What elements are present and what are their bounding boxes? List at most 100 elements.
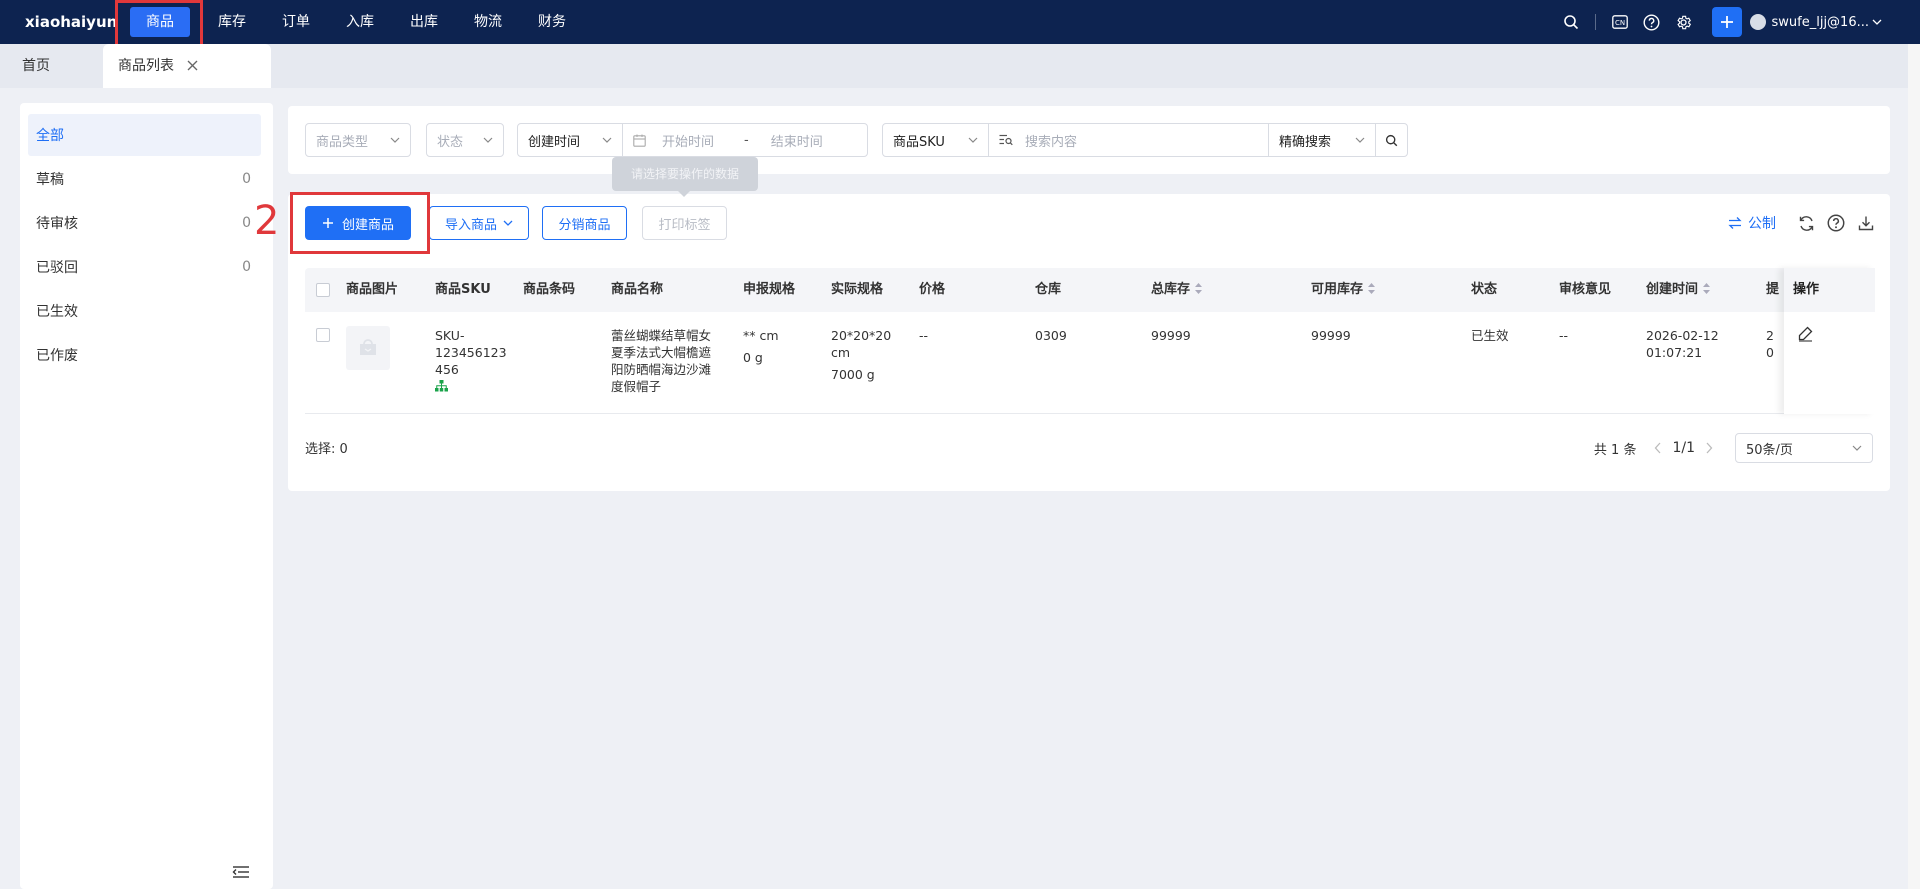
divider [1594, 14, 1596, 30]
chevron-down-icon [1852, 445, 1862, 451]
chevron-down-icon [1355, 137, 1365, 143]
search-icon[interactable] [1556, 7, 1586, 37]
chevron-down-icon [503, 220, 513, 226]
sort-icon [1195, 282, 1203, 294]
col-total-stock[interactable]: 总库存 [1151, 268, 1203, 312]
search-icon [1385, 134, 1398, 146]
table-tools: 公制 [1728, 206, 1880, 240]
sidebar-item-active[interactable]: 已生效 [28, 290, 261, 332]
product-type-select[interactable]: 商品类型 [305, 123, 411, 157]
nav-item-inbound[interactable]: 入库 [328, 0, 392, 44]
chevron-down-icon [1872, 19, 1882, 25]
table-header: 商品图片 商品SKU 商品条码 商品名称 申报规格 实际规格 价格 仓库 总库存… [305, 268, 1875, 312]
end-date-input[interactable]: 结束时间 [771, 131, 823, 150]
hierarchy-icon[interactable] [435, 380, 448, 392]
chevron-down-icon [602, 137, 612, 143]
chevron-down-icon [483, 137, 493, 143]
nav-item-orders[interactable]: 订单 [264, 0, 328, 44]
import-products-button[interactable]: 导入商品 [429, 206, 529, 240]
tab-bar: 首页 商品列表 [0, 44, 1908, 88]
search-list-icon [999, 134, 1013, 146]
sidebar-item-pending[interactable]: 待审核 0 [28, 202, 261, 244]
add-button[interactable] [1711, 7, 1742, 37]
tooltip: 请选择要操作的数据 [612, 157, 758, 197]
cell-extra: 2 0 [1766, 328, 1774, 360]
actions-column: 操作 [1784, 268, 1875, 414]
image-placeholder-icon [360, 339, 376, 355]
nav-item-logistics[interactable]: 物流 [456, 0, 520, 44]
cell-product-name[interactable]: 蕾丝蝴蝶结草帽女 夏季法式大帽檐遮 阳防晒帽海边沙滩 度假帽子 [611, 327, 711, 395]
cell-created-time: 2026-02-12 01:07:21 [1646, 328, 1719, 360]
edit-icon[interactable] [1797, 325, 1814, 342]
search-mode-select[interactable]: 精确搜索 [1268, 123, 1376, 157]
chevron-left-icon[interactable] [1654, 442, 1662, 454]
status-select[interactable]: 状态 [426, 123, 504, 157]
chevron-down-icon [968, 137, 978, 143]
user-menu[interactable]: swufe_ljj@16... [1749, 14, 1883, 30]
date-range-picker[interactable]: 开始时间 - 结束时间 [622, 123, 868, 157]
cell-declared-spec: ** cm 0 g [743, 328, 779, 365]
annotation-label-2: 2 [254, 198, 280, 244]
col-status: 状态 [1471, 282, 1498, 297]
product-image[interactable] [346, 326, 390, 370]
col-actions: 操作 [1784, 268, 1875, 312]
cell-available-stock: 99999 [1311, 328, 1351, 343]
help-icon[interactable] [1822, 209, 1850, 237]
distribute-products-button[interactable]: 分销商品 [542, 206, 627, 240]
nav-item-outbound[interactable]: 出库 [392, 0, 456, 44]
annotation-box-2 [290, 192, 430, 254]
cell-total-stock: 99999 [1151, 328, 1191, 343]
brand-logo[interactable]: xiaohaiyun [25, 13, 120, 31]
col-price: 价格 [919, 282, 946, 297]
product-table-panel: 创建商品 导入商品 分销商品 打印标签 公制 商品图片 商品SKU 商品条码 商… [288, 194, 1890, 491]
select-all-checkbox[interactable] [316, 283, 330, 297]
cell-actual-spec: 20*20*20 cm 7000 g [831, 328, 892, 382]
date-field-select[interactable]: 创建时间 [517, 123, 623, 157]
status-sidebar: 全部 草稿 0 待审核 0 已驳回 0 已生效 已作废 [20, 103, 273, 889]
sidebar-item-all[interactable]: 全部 [28, 114, 261, 156]
svg-text:CN: CN [1614, 19, 1624, 27]
col-extra: 提 [1766, 282, 1780, 297]
selection-count: 选择: 0 [305, 442, 348, 457]
unit-toggle[interactable]: 公制 [1728, 213, 1776, 233]
avatar [1749, 14, 1766, 30]
language-icon[interactable]: CN [1605, 7, 1635, 37]
tab-home[interactable]: 首页 [22, 44, 50, 88]
close-icon[interactable] [187, 60, 198, 71]
col-created[interactable]: 创建时间 [1646, 268, 1711, 312]
sort-icon [1368, 282, 1376, 294]
help-icon[interactable] [1637, 7, 1667, 37]
swap-icon [1728, 217, 1742, 229]
refresh-icon[interactable] [1792, 209, 1820, 237]
print-label-button[interactable]: 打印标签 [642, 206, 727, 240]
collapse-sidebar-icon[interactable] [232, 865, 250, 879]
sort-icon [1703, 282, 1711, 294]
page-size-select[interactable]: 50条/页 [1735, 433, 1873, 463]
col-warehouse: 仓库 [1035, 282, 1062, 297]
plus-icon [1720, 16, 1733, 28]
nav-item-finance[interactable]: 财务 [520, 0, 584, 44]
row-checkbox[interactable] [316, 328, 330, 342]
download-icon[interactable] [1852, 209, 1880, 237]
tab-product-list[interactable]: 商品列表 [103, 44, 271, 88]
page-scrollbar[interactable] [1908, 44, 1920, 889]
filter-panel: 商品类型 状态 创建时间 开始时间 - 结束时间 商品SKU 搜索内容 精确搜索 [288, 106, 1890, 174]
total-count: 共 1 条 [1593, 442, 1637, 458]
table-row: SKU- 123456123 456 蕾丝蝴蝶结草帽女 夏季法式大帽檐遮 阳防晒… [305, 312, 1875, 414]
user-name: swufe_ljj@16... [1771, 14, 1870, 30]
sidebar-item-draft[interactable]: 草稿 0 [28, 158, 261, 200]
search-button[interactable] [1375, 123, 1408, 157]
col-available-stock[interactable]: 可用库存 [1311, 268, 1376, 312]
search-field-select[interactable]: 商品SKU [882, 123, 989, 157]
nav-item-inventory[interactable]: 库存 [200, 0, 264, 44]
cell-sku: SKU- 123456123 456 [435, 327, 507, 392]
sidebar-item-rejected[interactable]: 已驳回 0 [28, 246, 261, 288]
sidebar-item-void[interactable]: 已作废 [28, 334, 261, 376]
start-date-input[interactable]: 开始时间 [662, 131, 714, 150]
chevron-right-icon[interactable] [1705, 442, 1713, 454]
annotation-box-1 [115, 0, 203, 50]
search-input[interactable]: 搜索内容 [988, 123, 1269, 157]
gear-icon[interactable] [1669, 7, 1699, 37]
top-navbar: xiaohaiyun 商品 库存 订单 入库 出库 物流 财务 CN swufe… [0, 0, 1920, 44]
cell-review: -- [1559, 328, 1569, 343]
